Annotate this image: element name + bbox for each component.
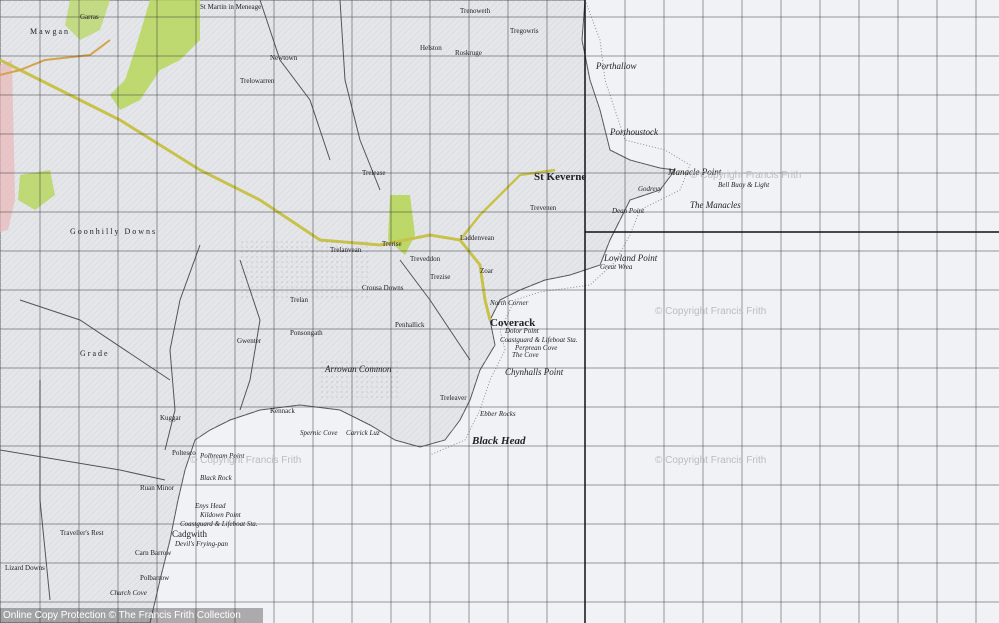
label-trelanvean: Trelanvean bbox=[330, 246, 362, 254]
label-godrevy: Godrevy bbox=[638, 185, 662, 193]
label-north-corner: North Corner bbox=[490, 299, 529, 307]
label-trerise: Trerise bbox=[382, 240, 402, 248]
label-lizard-downs: Lizard Downs bbox=[5, 564, 45, 572]
label-treveddon: Treveddon bbox=[410, 255, 441, 263]
label-kuggar: Kuggar bbox=[160, 414, 181, 422]
watermark: © Copyright Francis Frith bbox=[655, 455, 767, 466]
label-trevenen: Trevenen bbox=[530, 204, 557, 212]
label-trenoweth: Trenoweth bbox=[460, 7, 491, 15]
label-black-head: Black Head bbox=[472, 435, 526, 447]
label-trezise: Trezise bbox=[430, 273, 451, 281]
label-the-manacles: The Manacles bbox=[690, 200, 741, 210]
label-kildown-point: Kildown Point bbox=[200, 511, 241, 519]
label-gwenter: Gwenter bbox=[237, 337, 262, 345]
label-helston: Helston bbox=[420, 44, 442, 52]
label-carrick-luz: Carrick Luz bbox=[346, 429, 380, 437]
label-crousa-downs: Crousa Downs bbox=[362, 284, 404, 292]
label-zoar: Zoar bbox=[480, 267, 494, 275]
label-spernic-cove: Spernic Cove bbox=[300, 429, 338, 437]
label-trelowarren: Trelowarren bbox=[240, 77, 275, 85]
label-black-rock: Black Rock bbox=[200, 474, 232, 482]
label-coastguard-coverack: Coastguard & Lifeboat Sta. bbox=[500, 336, 578, 344]
label-ponsongath: Ponsongath bbox=[290, 329, 323, 337]
label-polbarrow: Polbarrow bbox=[140, 574, 170, 582]
label-enys-head: Enys Head bbox=[195, 502, 226, 510]
label-treleaver: Treleaver bbox=[440, 394, 467, 402]
label-porthallow: Porthallow bbox=[596, 61, 637, 71]
map-canvas[interactable]: Garras Mawgan St Martin in Meneage Newto… bbox=[0, 0, 999, 623]
label-travellers-rest: Traveller's Rest bbox=[60, 529, 104, 537]
label-mawgan: Mawgan bbox=[30, 27, 70, 36]
label-lowland-point: Lowland Point bbox=[604, 253, 658, 263]
watermark: © Copyright Francis Frith bbox=[690, 170, 802, 181]
label-ebber-rocks: Ebber Rocks bbox=[480, 410, 516, 418]
label-garras: Garras bbox=[80, 13, 99, 21]
label-the-cove: The Cove bbox=[512, 351, 539, 359]
label-porthoustock: Porthoustock bbox=[610, 127, 658, 137]
label-dolor-point: Dolor Point bbox=[505, 327, 539, 335]
label-penhallick: Penhallick bbox=[395, 321, 425, 329]
label-coastguard-cadgwith: Coastguard & Lifeboat Sta. bbox=[180, 520, 258, 528]
label-st-keverne: St Keverne bbox=[534, 171, 587, 183]
label-devils-frying-pan: Devil's Frying-pan bbox=[175, 540, 229, 548]
label-cadgwith: Cadgwith bbox=[172, 529, 207, 539]
label-bell-buoy: Bell Buoy & Light bbox=[718, 181, 770, 189]
label-ruan-minor: Ruan Minor bbox=[140, 484, 175, 492]
watermark: © Copyright Francis Frith bbox=[190, 455, 302, 466]
label-trelease: Trelease bbox=[362, 169, 386, 177]
map-base bbox=[0, 0, 999, 623]
label-st-martin: St Martin in Meneage bbox=[200, 3, 262, 11]
watermark: © Copyright Francis Frith bbox=[655, 306, 767, 317]
label-arrowan-common: Arrowan Common bbox=[325, 364, 392, 374]
label-tregowris: Tregowris bbox=[510, 27, 539, 35]
label-carn-barrow: Carn Barrow bbox=[135, 549, 172, 557]
label-newtown: Newtown bbox=[270, 54, 298, 62]
label-kennack: Kennack bbox=[270, 407, 295, 415]
label-roskruge: Roskruge bbox=[455, 49, 482, 57]
label-church-cove: Church Cove bbox=[110, 589, 147, 597]
label-laddenvean: Laddenvean bbox=[460, 234, 495, 242]
label-goonhilly-downs: Goonhilly Downs bbox=[70, 227, 158, 236]
label-great-wrea: Great Wrea bbox=[600, 263, 633, 271]
label-chynhalls-point: Chynhalls Point bbox=[505, 367, 564, 377]
label-trelan: Trelan bbox=[290, 296, 309, 304]
copy-protection-footer: Online Copy Protection © The Francis Fri… bbox=[0, 608, 263, 623]
label-dean-point: Dean Point bbox=[612, 207, 645, 215]
label-grade: Grade bbox=[80, 349, 110, 358]
